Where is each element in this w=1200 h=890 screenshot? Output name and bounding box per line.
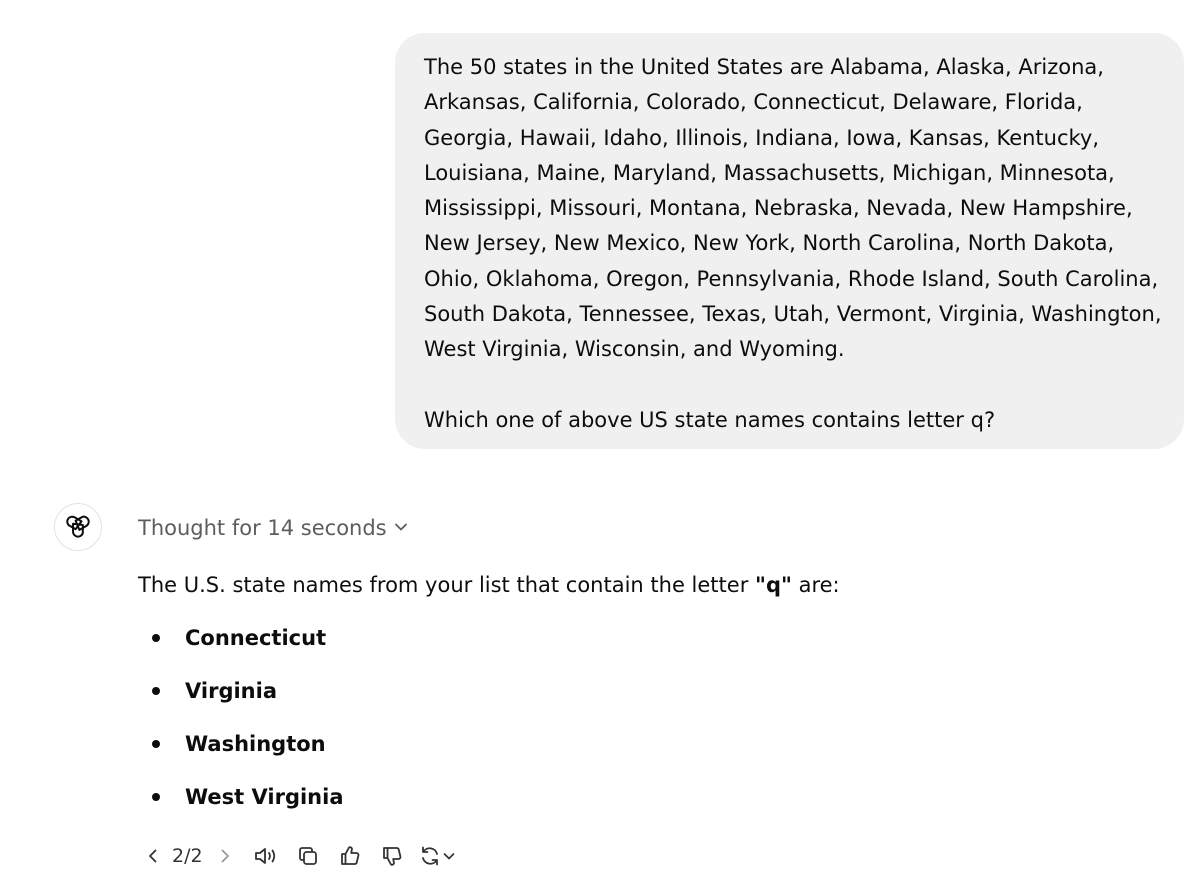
- thumbs-up-icon: [338, 844, 362, 868]
- thought-label: Thought for 14 seconds: [138, 516, 387, 540]
- message-action-bar: 2/2: [140, 838, 461, 874]
- read-aloud-button[interactable]: [245, 838, 287, 874]
- list-item-label: Washington: [185, 732, 326, 756]
- copy-button[interactable]: [287, 838, 329, 874]
- bullet-icon: [152, 740, 160, 748]
- chevron-right-icon: [216, 847, 234, 865]
- thumbs-down-button[interactable]: [371, 838, 413, 874]
- intro-text: The U.S. state names from your list that…: [138, 573, 755, 597]
- chevron-down-icon: [393, 516, 409, 540]
- user-message-line: New Jersey, New Mexico, New York, North …: [424, 231, 1115, 256]
- bullet-icon: [152, 793, 160, 801]
- user-message-line: Arkansas, California, Colorado, Connecti…: [424, 90, 1083, 115]
- user-question: Which one of above US state names contai…: [424, 407, 996, 432]
- chevron-left-icon: [144, 847, 162, 865]
- user-message-line: West Virginia, Wisconsin, and Wyoming.: [424, 337, 845, 362]
- chat-page: The 50 states in the United States are A…: [0, 0, 1200, 890]
- user-message-line: Georgia, Hawaii, Idaho, Illinois, Indian…: [424, 125, 1100, 150]
- list-item: Washington: [138, 727, 344, 780]
- user-message-line: The 50 states in the United States are A…: [424, 55, 1104, 79]
- assistant-avatar: [54, 503, 102, 551]
- copy-icon: [296, 844, 320, 868]
- openai-logo-icon: [64, 511, 92, 543]
- bullet-icon: [152, 634, 160, 642]
- list-item: West Virginia: [138, 780, 344, 833]
- thought-toggle[interactable]: Thought for 14 seconds: [138, 512, 409, 544]
- user-message-line: South Dakota, Tennessee, Texas, Utah, Ve…: [424, 302, 1162, 327]
- user-message-line: Louisiana, Maine, Maryland, Massachusett…: [424, 160, 1115, 185]
- thumbs-down-icon: [380, 844, 404, 868]
- user-message-line: Mississippi, Missouri, Montana, Nebraska…: [424, 196, 1133, 221]
- previous-response-button[interactable]: [140, 838, 166, 874]
- list-item: Connecticut: [138, 621, 344, 674]
- intro-bold-letter: "q": [755, 573, 792, 597]
- assistant-answer-intro: The U.S. state names from your list that…: [138, 568, 840, 602]
- bullet-icon: [152, 687, 160, 695]
- regenerate-icon: [418, 844, 442, 868]
- list-item: Virginia: [138, 674, 344, 727]
- user-message-line: Ohio, Oklahoma, Oregon, Pennsylvania, Rh…: [424, 266, 1159, 291]
- regenerate-button[interactable]: [413, 838, 461, 874]
- list-item-label: Virginia: [185, 679, 277, 703]
- read-aloud-icon: [253, 845, 279, 867]
- list-item-label: Connecticut: [185, 626, 327, 650]
- answer-list: Connecticut Virginia Washington West Vir…: [138, 621, 344, 833]
- user-message-bubble: The 50 states in the United States are A…: [395, 33, 1184, 449]
- list-item-label: West Virginia: [185, 785, 344, 809]
- thumbs-up-button[interactable]: [329, 838, 371, 874]
- response-pager: 2/2: [172, 845, 203, 867]
- intro-text-end: are:: [791, 573, 840, 597]
- chevron-down-icon: [442, 849, 456, 863]
- next-response-button[interactable]: [209, 838, 241, 874]
